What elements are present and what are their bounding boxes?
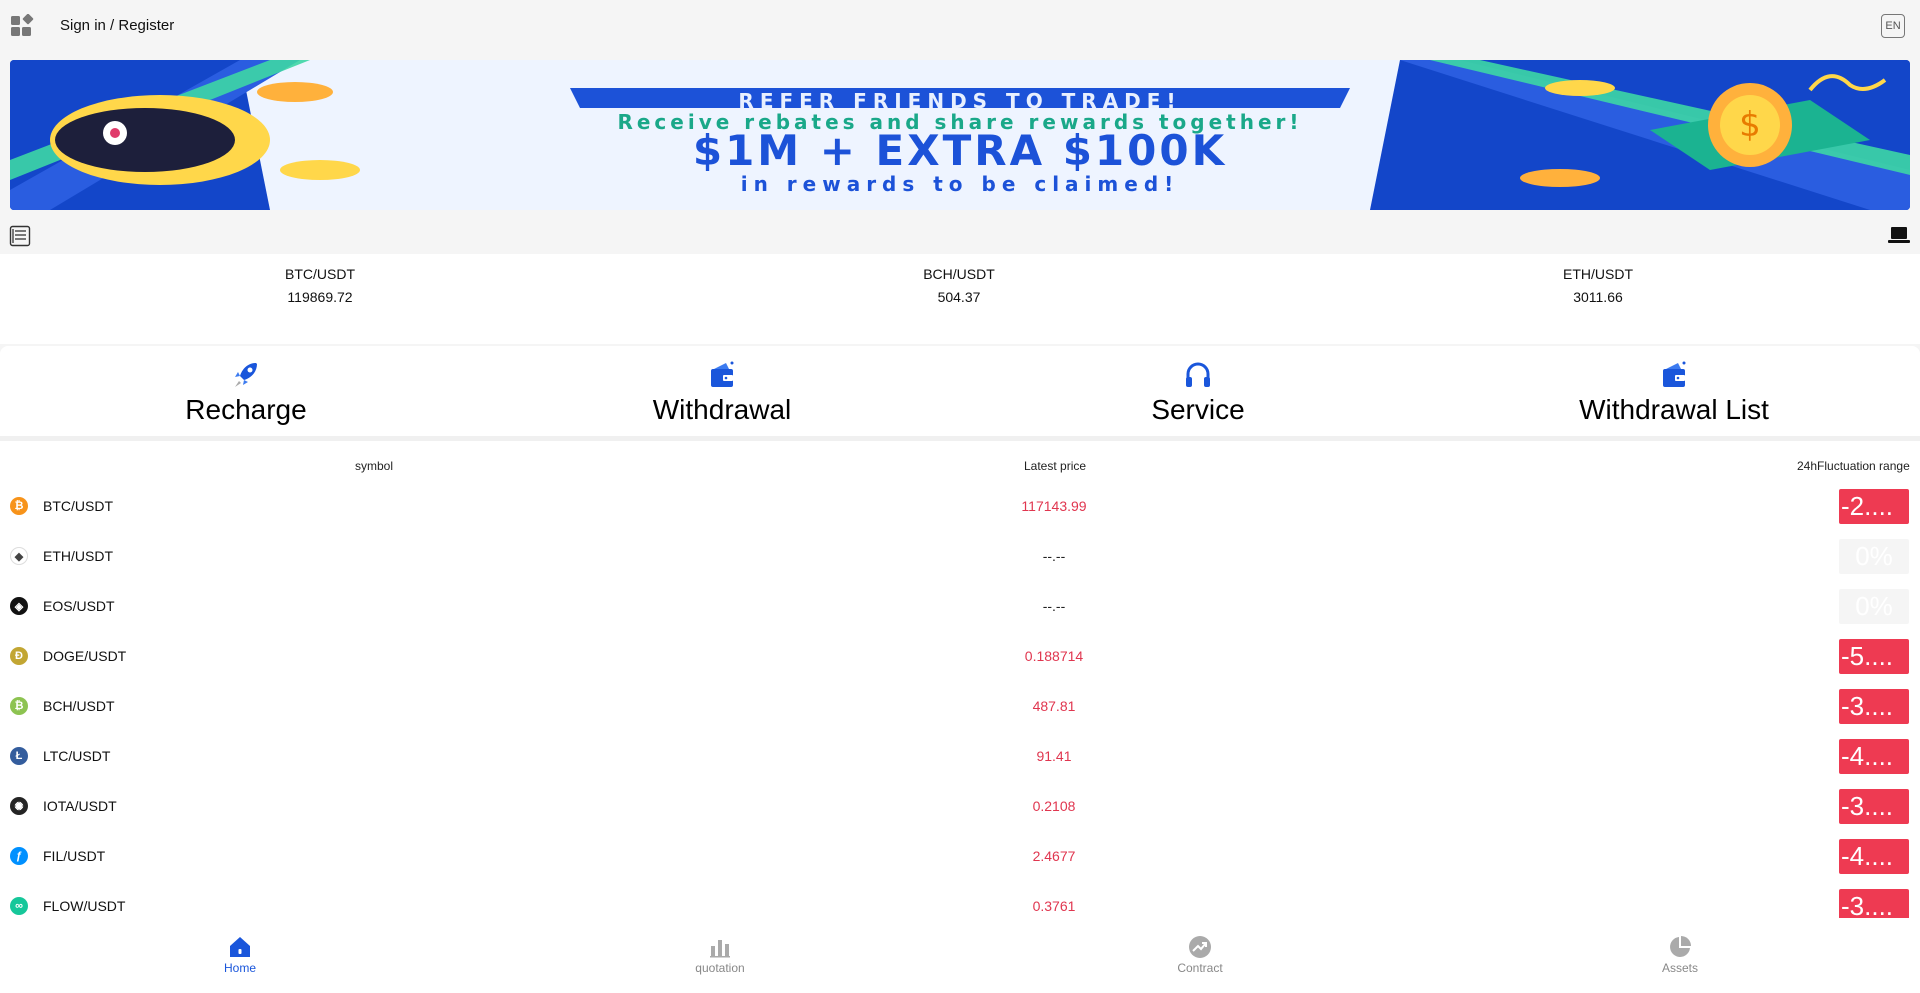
row-symbol: DOGE/USDT <box>43 648 127 664</box>
market-row[interactable]: ƒ FIL/USDT 2.4677 -4.... <box>0 830 1920 880</box>
header-symbol: symbol <box>355 459 394 473</box>
row-price: 91.41 <box>1036 748 1072 764</box>
bottom-tab-bar: Home quotation Contract Assets <box>0 918 1920 993</box>
market-row[interactable]: Ð DOGE/USDT 0.188714 -5.... <box>0 630 1920 680</box>
top-bar: Sign in / Register EN <box>0 0 1920 50</box>
headphones-icon <box>1186 362 1210 387</box>
ticker-item[interactable]: ETH/USDT 3011.66 <box>1438 266 1758 305</box>
change-badge: -3.... <box>1839 689 1909 724</box>
tab-assets-label: Assets <box>1661 961 1698 975</box>
wallet-icon <box>1663 361 1686 387</box>
iota-coin-icon: ✺ <box>10 797 28 815</box>
bch-coin-icon: ₿ <box>10 697 28 715</box>
market-row[interactable]: ◈ EOS/USDT --.-- 0% <box>0 580 1920 630</box>
btc-coin-icon: ₿ <box>10 497 28 515</box>
withdrawal-list-label: Withdrawal List <box>1579 394 1769 425</box>
wallet-icon <box>711 361 734 387</box>
ticker-price: 3011.66 <box>1573 289 1623 305</box>
ticker-symbol: BCH/USDT <box>923 266 995 282</box>
change-badge: -3.... <box>1839 789 1909 824</box>
withdrawal-button[interactable]: Withdrawal <box>542 360 902 426</box>
market-row[interactable]: ₿ BCH/USDT 487.81 -3.... <box>0 680 1920 730</box>
recharge-button[interactable]: Recharge <box>66 360 426 426</box>
home-icon <box>230 937 250 957</box>
banner-footer: in rewards to be claimed! <box>740 172 1180 196</box>
change-badge: 0% <box>1839 539 1909 574</box>
flow-coin-icon: ∞ <box>10 897 28 915</box>
row-price: 117143.99 <box>1021 498 1087 514</box>
language-switch-button[interactable]: EN <box>1881 14 1905 38</box>
apps-grid-icon[interactable] <box>10 14 36 38</box>
row-price: 0.3761 <box>1032 898 1076 914</box>
row-price: --.-- <box>1042 548 1066 564</box>
market-row[interactable]: Ł LTC/USDT 91.41 -4.... <box>0 730 1920 780</box>
row-symbol: BTC/USDT <box>43 498 113 514</box>
tab-quotation-label: quotation <box>695 961 745 975</box>
banner-text-block: REFER FRIENDS TO TRADE! Receive rebates … <box>10 60 1910 210</box>
ticker-item[interactable]: BTC/USDT 119869.72 <box>160 266 480 305</box>
market-list: symbol Latest price 24hFluctuation range… <box>0 441 1920 924</box>
tab-contract[interactable]: Contract <box>1140 935 1260 975</box>
service-button[interactable]: Service <box>1018 360 1378 426</box>
row-symbol: IOTA/USDT <box>43 798 117 814</box>
banner-amount: $1M + EXTRA $100K <box>692 126 1228 175</box>
row-price: 0.2108 <box>1032 798 1076 814</box>
eth-coin-icon: ◆ <box>10 547 28 565</box>
ticker-symbol: BTC/USDT <box>285 266 355 282</box>
tab-home[interactable]: Home <box>180 935 300 975</box>
laptop-icon[interactable] <box>1888 226 1910 244</box>
pie-chart-icon <box>1670 936 1691 957</box>
eos-coin-icon: ◈ <box>10 597 28 615</box>
row-symbol: BCH/USDT <box>43 698 115 714</box>
row-symbol: LTC/USDT <box>43 748 111 764</box>
change-badge: -5.... <box>1839 639 1909 674</box>
row-symbol: FLOW/USDT <box>43 898 126 914</box>
ticker-price: 119869.72 <box>287 289 353 305</box>
ticker-symbol: ETH/USDT <box>1563 266 1633 282</box>
tab-quotation[interactable]: quotation <box>660 935 780 975</box>
ltc-coin-icon: Ł <box>10 747 28 765</box>
row-symbol: EOS/USDT <box>43 598 115 614</box>
row-price: --.-- <box>1042 598 1066 614</box>
trend-icon <box>1189 936 1211 958</box>
row-price: 0.188714 <box>1024 648 1084 664</box>
recharge-label: Recharge <box>185 394 307 425</box>
ticker-price: 504.37 <box>937 289 981 305</box>
change-badge: -4.... <box>1839 739 1909 774</box>
change-badge: -4.... <box>1839 839 1909 874</box>
tab-home-label: Home <box>223 961 256 975</box>
notice-list-icon[interactable] <box>9 225 31 247</box>
fil-coin-icon: ƒ <box>10 847 28 865</box>
row-symbol: ETH/USDT <box>43 548 113 564</box>
bar-chart-icon <box>710 940 730 958</box>
market-row[interactable]: ◆ ETH/USDT --.-- 0% <box>0 530 1920 580</box>
ticker-item[interactable]: BCH/USDT 504.37 <box>799 266 1119 305</box>
quick-actions: Recharge Withdrawal Service Withdrawal L… <box>0 346 1920 436</box>
row-symbol: FIL/USDT <box>43 848 106 864</box>
ticker-strip: BTC/USDT 119869.72 BCH/USDT 504.37 ETH/U… <box>0 254 1920 344</box>
header-fluctuation: 24hFluctuation range <box>1797 459 1910 473</box>
rocket-icon <box>235 363 257 387</box>
promo-banner[interactable]: $ REFER FRIENDS TO TRADE! Receive rebate… <box>10 60 1910 210</box>
market-row[interactable]: ✺ IOTA/USDT 0.2108 -3.... <box>0 780 1920 830</box>
service-label: Service <box>1151 394 1245 425</box>
tab-contract-label: Contract <box>1177 961 1223 975</box>
withdrawal-list-button[interactable]: Withdrawal List <box>1494 360 1854 426</box>
market-row[interactable]: ₿ BTC/USDT 117143.99 -2.... <box>0 480 1920 530</box>
change-badge: 0% <box>1839 589 1909 624</box>
row-price: 487.81 <box>1032 698 1076 714</box>
tab-assets[interactable]: Assets <box>1620 935 1740 975</box>
change-badge: -2.... <box>1839 489 1909 524</box>
withdrawal-label: Withdrawal <box>652 394 792 425</box>
header-latest-price: Latest price <box>1024 459 1087 473</box>
doge-coin-icon: Ð <box>10 647 28 665</box>
signin-register-link[interactable]: Sign in / Register <box>60 17 174 34</box>
row-price: 2.4677 <box>1032 848 1076 864</box>
